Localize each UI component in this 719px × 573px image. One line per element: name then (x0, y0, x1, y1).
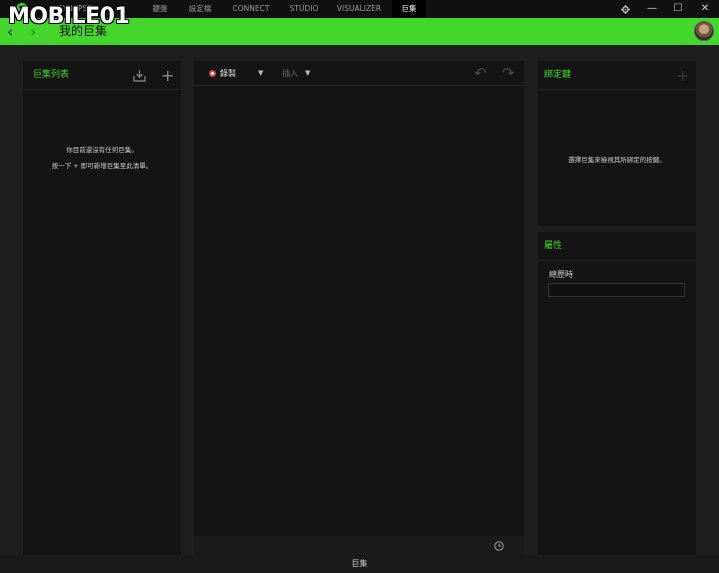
record-button[interactable]: 錄製 (220, 61, 236, 86)
avatar[interactable] (694, 21, 714, 41)
editor-footer (194, 536, 524, 555)
close-button[interactable]: ✕ (691, 0, 719, 18)
editor-toolbar: 錄製 ▼ 插入 ▼ ↶ ↷ (194, 61, 524, 86)
minimize-button[interactable]: — (638, 0, 666, 18)
macro-list-header: 巨集列表 + (23, 61, 181, 90)
tab-profiles[interactable]: 設定檔 (180, 0, 220, 18)
add-macro-button[interactable]: + (161, 68, 174, 84)
maximize-button[interactable]: ☐ (664, 0, 692, 18)
macro-editor-panel: 錄製 ▼ 插入 ▼ ↶ ↷ (194, 61, 524, 536)
total-time-field (548, 283, 685, 297)
properties-title: 屬性 (544, 241, 563, 251)
properties-panel: 屬性 總歷時 (538, 232, 696, 555)
bindings-header: 綁定鍵 + (538, 61, 696, 90)
add-binding-button[interactable]: + (676, 68, 689, 84)
tab-macro[interactable]: 巨集 (392, 0, 426, 18)
undo-icon[interactable]: ↶ (474, 66, 487, 81)
tab-connect[interactable]: CONNECT (225, 0, 277, 18)
empty-message: 你目前還沒有任何巨集。 (66, 146, 138, 154)
watermark-logo: MOBILE01 (8, 4, 130, 29)
properties-header: 屬性 (538, 232, 696, 261)
tab-keyboard[interactable]: 鍵盤 (143, 0, 177, 18)
macro-list-panel: 巨集列表 + 你目前還沒有任何巨集。 按一下 + 即可新增巨集至此清單。 (23, 61, 181, 555)
record-icon (209, 70, 216, 77)
record-dropdown-icon[interactable]: ▼ (258, 61, 263, 86)
import-icon[interactable] (133, 69, 146, 82)
settings-button[interactable] (611, 0, 639, 18)
clock-icon[interactable] (494, 541, 504, 551)
gear-icon (620, 5, 630, 14)
redo-icon[interactable]: ↷ (502, 66, 515, 81)
total-time-label: 總歷時 (549, 270, 573, 279)
bindings-title: 綁定鍵 (544, 70, 572, 80)
macro-list-title: 巨集列表 (33, 70, 70, 80)
tab-studio[interactable]: STUDIO (282, 0, 326, 18)
bindings-panel: 綁定鍵 + 選擇巨集來檢視其所綁定的按鍵。 (538, 61, 696, 226)
bindings-message: 選擇巨集來檢視其所綁定的按鍵。 (568, 156, 666, 164)
tab-visualizer[interactable]: VISUALIZER (331, 0, 387, 18)
insert-dropdown-icon[interactable]: ▼ (305, 61, 310, 86)
insert-button[interactable]: 插入 (282, 61, 298, 86)
status-bar: 巨集 (0, 555, 719, 573)
status-text: 巨集 (351, 559, 368, 568)
empty-hint: 按一下 + 即可新增巨集至此清單。 (51, 162, 153, 170)
